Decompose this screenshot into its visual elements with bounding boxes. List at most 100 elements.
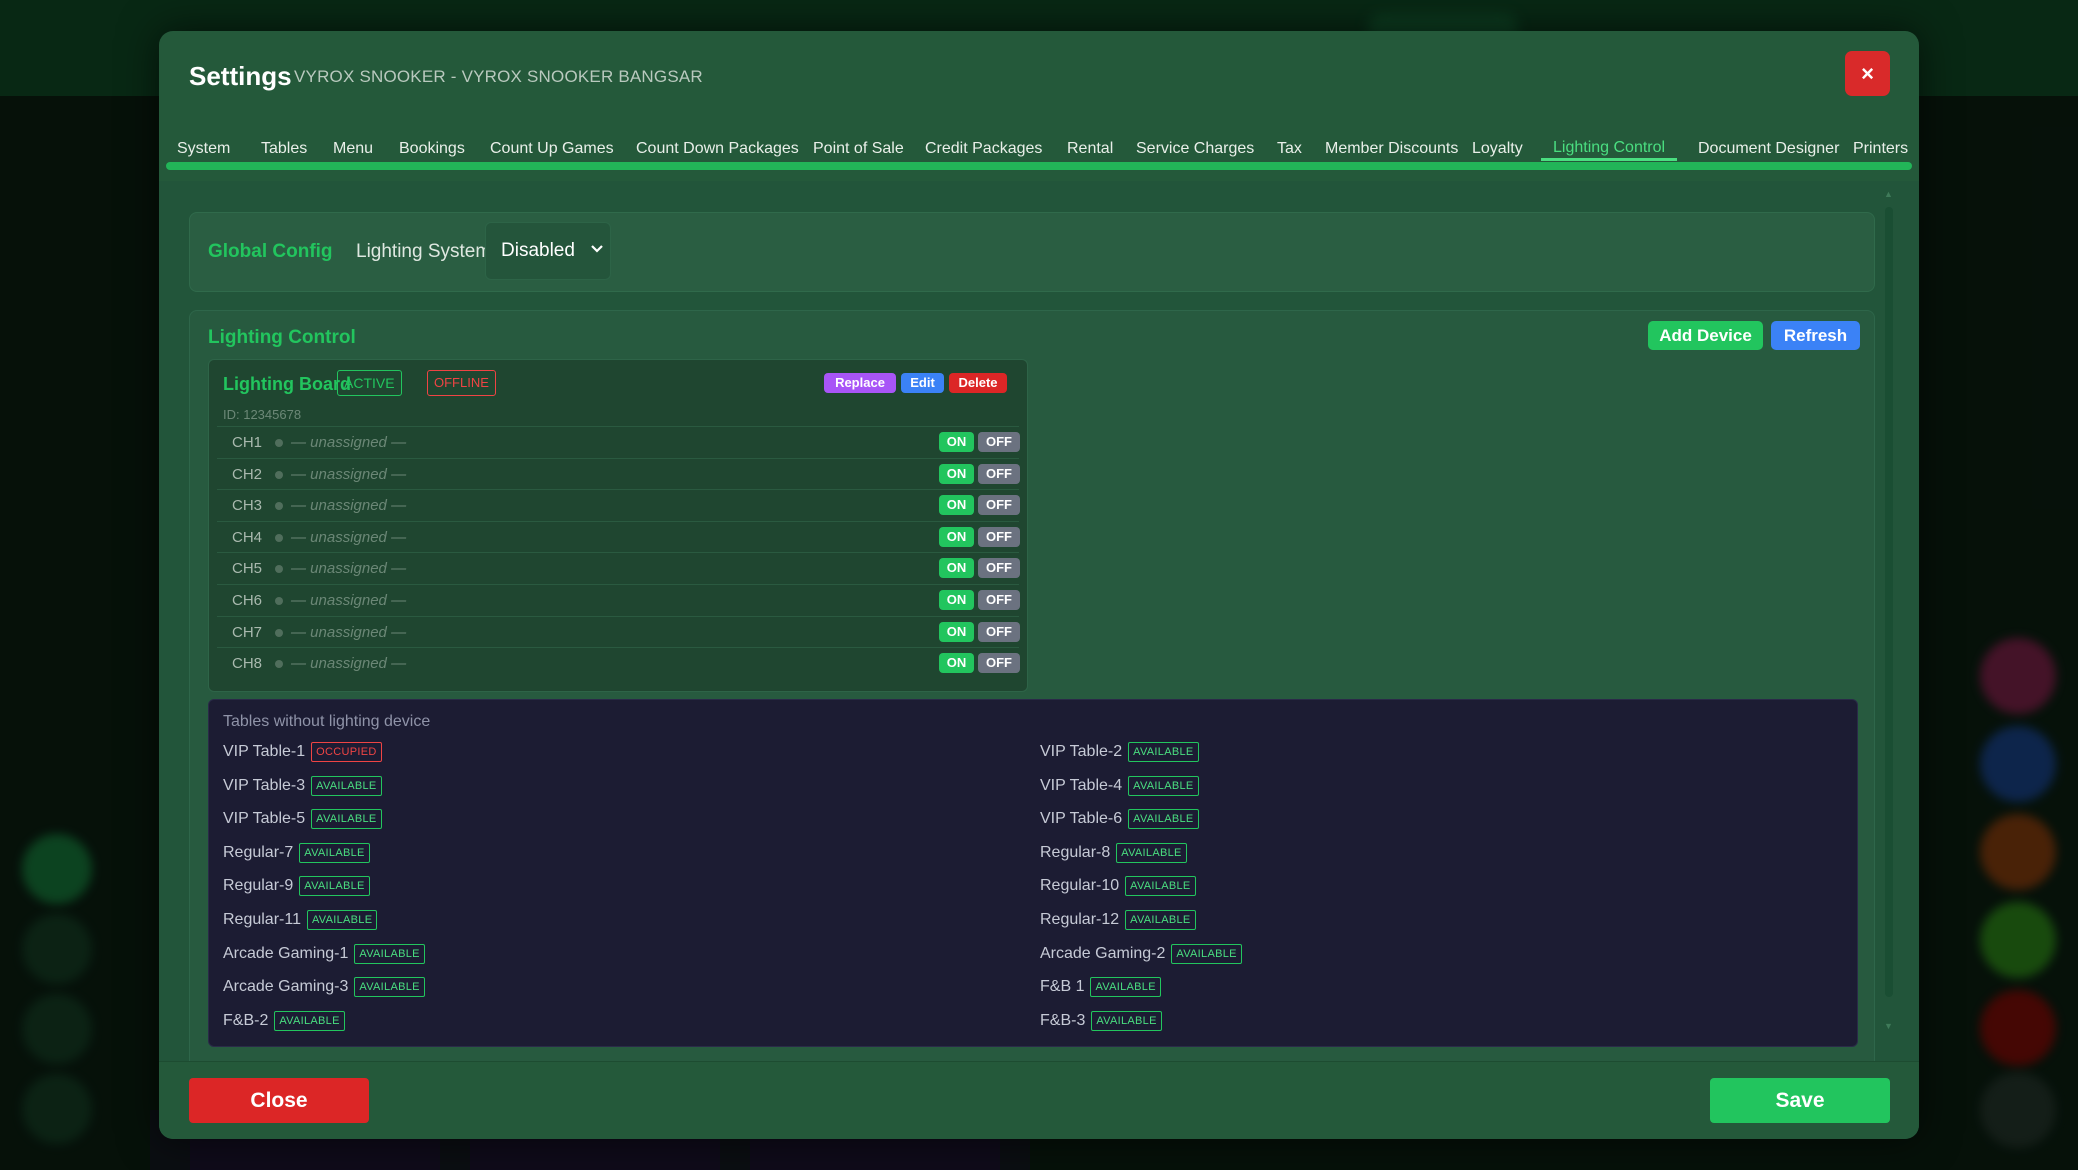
channel-assignment: — unassigned —: [291, 434, 407, 451]
tab-loyalty[interactable]: Loyalty: [1460, 125, 1535, 187]
channel-status-dot: [275, 660, 283, 669]
tables-without-device-panel: Tables without lighting device VIP Table…: [208, 699, 1858, 1047]
channel-on-button[interactable]: ON: [939, 432, 974, 452]
table-status-badge: AVAILABLE: [311, 775, 382, 796]
channel-off-button[interactable]: OFF: [978, 432, 1020, 452]
lighting-control-title: Lighting Control: [208, 327, 356, 348]
channel-row: CH4 — unassigned — ON OFF: [217, 520, 1020, 553]
channel-off-button[interactable]: OFF: [978, 526, 1020, 547]
channel-assignment: — unassigned —: [291, 497, 407, 515]
channel-off-button[interactable]: OFF: [978, 653, 1020, 674]
table-list-item: Arcade Gaming-3 AVAILABLE: [223, 977, 425, 1001]
table-name: Regular-8: [1040, 843, 1111, 861]
table-status-badge: AVAILABLE: [1171, 943, 1242, 964]
channel-label: CH4: [232, 528, 263, 546]
channel-assignment: — unassigned —: [291, 528, 407, 546]
tab-count-down-packages[interactable]: Count Down Packages: [624, 125, 811, 187]
content-scrollbar[interactable]: [1885, 207, 1893, 997]
channel-status-dot: [275, 439, 283, 447]
refresh-button[interactable]: Refresh: [1771, 321, 1860, 350]
channel-row: CH7 — unassigned — ON OFF: [217, 615, 1020, 648]
channel-row: CH3 — unassigned — ON OFF: [217, 489, 1020, 521]
edit-button[interactable]: Edit: [901, 373, 944, 393]
delete-button[interactable]: Delete: [949, 373, 1007, 393]
chevron-down-icon: [590, 241, 604, 257]
channel-row: CH2 — unassigned — ON OFF: [217, 457, 1020, 490]
tab-document-designer[interactable]: Document Designer: [1686, 125, 1851, 187]
table-list-item: VIP Table-4 AVAILABLE: [1040, 775, 1199, 800]
table-name: Arcade Gaming-1: [223, 944, 349, 962]
table-status-badge: AVAILABLE: [1116, 842, 1187, 863]
table-list-item: F&B-3 AVAILABLE: [1040, 1010, 1162, 1035]
channel-on-button[interactable]: ON: [939, 621, 974, 642]
tab-member-discounts[interactable]: Member Discounts: [1313, 125, 1470, 187]
close-modal-button[interactable]: ×: [1845, 51, 1890, 96]
tab-service-charges[interactable]: Service Charges: [1124, 125, 1266, 187]
channel-off-button[interactable]: OFF: [978, 463, 1020, 484]
board-name: Lighting Board: [223, 374, 351, 394]
table-list-item: VIP Table-2 AVAILABLE: [1040, 742, 1199, 766]
status-badge-offline: OFFLINE: [427, 370, 496, 396]
tab-count-up-games[interactable]: Count Up Games: [478, 125, 626, 187]
table-name: Arcade Gaming-2: [1040, 944, 1166, 962]
table-list-item: VIP Table-5 AVAILABLE: [223, 809, 382, 833]
close-button[interactable]: Close: [189, 1078, 369, 1123]
channel-off-button[interactable]: OFF: [978, 590, 1020, 610]
global-config-panel: Global Config Lighting System Disabled: [189, 212, 1875, 292]
table-list-item: VIP Table-6 AVAILABLE: [1040, 809, 1199, 833]
tab-system[interactable]: System: [165, 125, 242, 187]
table-list-item: F&B-2 AVAILABLE: [223, 1010, 345, 1035]
tabs-scrollbar[interactable]: [166, 162, 1912, 170]
tab-point-of-sale[interactable]: Point of Sale: [801, 125, 916, 187]
tab-lighting-control[interactable]: Lighting Control: [1541, 125, 1678, 161]
channel-off-button[interactable]: OFF: [978, 495, 1020, 516]
table-name: VIP Table-2: [1040, 743, 1123, 760]
channel-assignment: — unassigned —: [291, 623, 407, 641]
channel-label: CH5: [232, 560, 263, 578]
modal-footer: Close Save: [159, 1061, 1919, 1139]
table-status-badge: AVAILABLE: [274, 1010, 345, 1031]
table-status-badge: AVAILABLE: [306, 910, 378, 930]
channel-off-button[interactable]: OFF: [978, 558, 1020, 579]
tab-bookings[interactable]: Bookings: [387, 125, 477, 187]
add-device-button[interactable]: Add Device: [1648, 321, 1763, 350]
table-name: Regular-12: [1040, 911, 1120, 928]
channel-row: CH1 — unassigned — ON OFF: [217, 426, 1020, 458]
channel-off-button[interactable]: OFF: [978, 621, 1020, 642]
table-list-item: Regular-9 AVAILABLE: [223, 876, 370, 900]
scroll-down-icon[interactable]: ▼: [1884, 1021, 1893, 1031]
table-status-badge: AVAILABLE: [299, 876, 370, 897]
tab-tax[interactable]: Tax: [1265, 125, 1314, 187]
channel-label: CH3: [232, 497, 263, 515]
channel-on-button[interactable]: ON: [939, 590, 974, 610]
scroll-up-icon[interactable]: ▲: [1884, 189, 1893, 199]
channel-on-button[interactable]: ON: [939, 526, 974, 547]
settings-modal: Settings VYROX SNOOKER - VYROX SNOOKER B…: [159, 31, 1919, 1139]
modal-subtitle: VYROX SNOOKER - VYROX SNOOKER BANGSAR: [294, 67, 703, 86]
channel-status-dot: [275, 597, 283, 605]
tab-credit-packages[interactable]: Credit Packages: [913, 125, 1054, 187]
table-list-item: Regular-11 AVAILABLE: [223, 910, 378, 934]
channel-on-button[interactable]: ON: [939, 495, 974, 516]
table-status-badge: AVAILABLE: [1090, 977, 1161, 998]
replace-button[interactable]: Replace: [824, 373, 896, 393]
table-list-item: Regular-8 AVAILABLE: [1040, 842, 1187, 867]
channel-label: CH1: [232, 434, 263, 451]
channel-on-button[interactable]: ON: [939, 653, 974, 674]
channel-on-button[interactable]: ON: [939, 558, 974, 579]
tab-rental[interactable]: Rental: [1055, 125, 1125, 187]
channel-on-button[interactable]: ON: [939, 463, 974, 484]
table-status-badge: AVAILABLE: [1128, 809, 1199, 830]
table-name: VIP Table-5: [223, 810, 306, 828]
tab-menu[interactable]: Menu: [321, 125, 385, 187]
table-name: F&B 1: [1040, 978, 1085, 996]
table-name: VIP Table-4: [1040, 776, 1123, 794]
table-name: Regular-10: [1040, 877, 1120, 895]
save-button[interactable]: Save: [1710, 1078, 1890, 1123]
lighting-system-select[interactable]: Disabled: [485, 222, 611, 280]
tab-printers[interactable]: Printers: [1841, 125, 1919, 187]
table-list-item: VIP Table-3 AVAILABLE: [223, 775, 382, 800]
channel-label: CH7: [232, 623, 263, 641]
table-status-badge: OCCUPIED: [311, 742, 382, 762]
tab-tables[interactable]: Tables: [249, 125, 319, 187]
